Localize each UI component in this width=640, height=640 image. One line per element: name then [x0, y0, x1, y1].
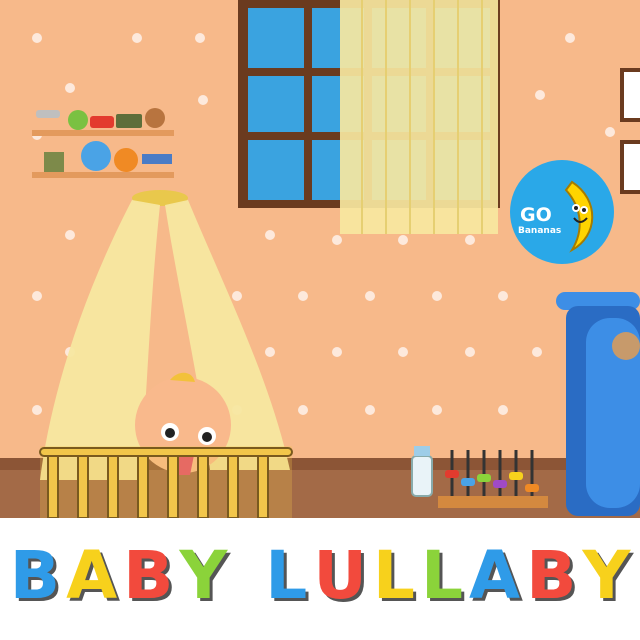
banana-icon: [564, 180, 594, 253]
title-letter: A: [469, 537, 521, 614]
nursery-scene: GO Bananas BABYLULLABY: [0, 0, 640, 640]
title-letter: A: [66, 537, 118, 614]
title-letter: B: [9, 537, 61, 614]
crib: [39, 446, 293, 519]
title-letter: Y: [179, 537, 228, 614]
baby-bottle: [411, 446, 433, 497]
window: [238, 0, 500, 234]
title-letter: B: [123, 537, 174, 614]
stroller: [556, 292, 640, 516]
title-letter: L: [372, 537, 415, 614]
title-letter: L: [420, 537, 464, 614]
go-bananas-logo: GO Bananas: [510, 160, 614, 264]
title-letter: B: [526, 537, 577, 614]
title-letter: Y: [582, 537, 631, 614]
title-letter: L: [265, 537, 308, 614]
title-letter: U: [313, 537, 367, 614]
baby-lullaby-title: BABYLULLABY: [0, 520, 640, 632]
